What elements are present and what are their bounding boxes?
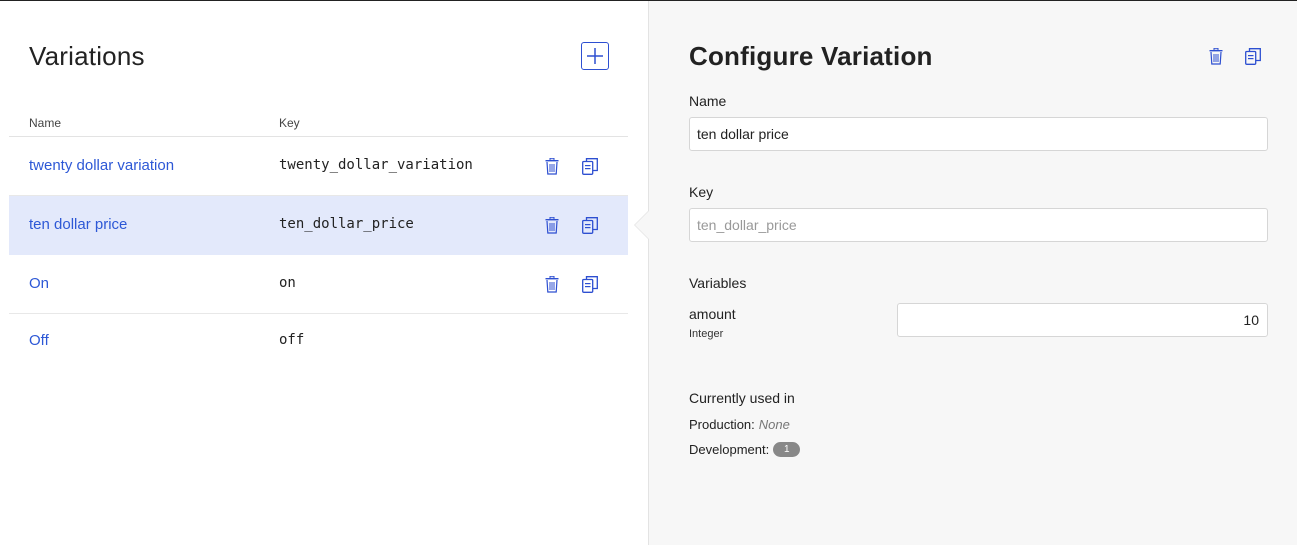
variable-value-input[interactable]: [897, 303, 1268, 337]
variations-table-header: Name Key: [9, 109, 628, 137]
variable-type: Integer: [689, 328, 724, 340]
delete-variation-button[interactable]: [542, 274, 562, 294]
variation-row-off[interactable]: Off off: [9, 314, 628, 366]
copy-icon: [582, 275, 598, 293]
duplicate-variation-button[interactable]: [580, 215, 600, 235]
variation-key: twenty_dollar_variation: [279, 157, 473, 173]
variation-name-link[interactable]: twenty dollar variation: [29, 157, 174, 174]
variation-key: off: [279, 332, 305, 348]
configure-title: Configure Variation: [689, 41, 933, 71]
variation-key: on: [279, 275, 296, 291]
copy-icon: [582, 157, 598, 175]
copy-icon: [1245, 47, 1261, 65]
add-variation-button[interactable]: [581, 42, 609, 70]
variable-name: amount: [689, 306, 736, 322]
column-header-name: Name: [29, 116, 62, 130]
variation-row-twenty-dollar-variation[interactable]: twenty dollar variation twenty_dollar_va…: [9, 137, 628, 196]
trash-icon: [545, 275, 559, 293]
variation-row-ten-dollar-price[interactable]: ten dollar price ten_dollar_price: [9, 196, 628, 255]
selection-pointer: [634, 210, 649, 240]
app-window: Variations Name Key twenty dollar variat…: [0, 0, 1297, 545]
variation-name-link[interactable]: ten dollar price: [29, 216, 127, 233]
name-field[interactable]: [689, 117, 1268, 151]
delete-variation-button[interactable]: [542, 215, 562, 235]
duplicate-variation-button[interactable]: [580, 156, 600, 176]
trash-icon: [545, 157, 559, 175]
key-field-label: Key: [689, 184, 714, 200]
duplicate-current-variation-button[interactable]: [1243, 46, 1263, 66]
column-header-key: Key: [279, 116, 300, 130]
variations-title: Variations: [29, 41, 145, 71]
production-label: Production:: [689, 417, 755, 432]
variation-key: ten_dollar_price: [279, 216, 414, 232]
delete-variation-button[interactable]: [542, 156, 562, 176]
development-count-badge[interactable]: 1: [773, 442, 801, 457]
variations-table: twenty dollar variation twenty_dollar_va…: [9, 137, 628, 366]
development-usage: Development: 1: [689, 442, 801, 457]
name-field-label: Name: [689, 93, 727, 109]
production-value: None: [758, 417, 790, 432]
duplicate-variation-button[interactable]: [580, 274, 600, 294]
trash-icon: [545, 216, 559, 234]
variables-label: Variables: [689, 275, 747, 291]
production-usage: Production: None: [689, 417, 790, 432]
currently-used-in-heading: Currently used in: [689, 390, 795, 406]
variation-name-link[interactable]: Off: [29, 332, 49, 349]
key-field: [689, 208, 1268, 242]
configure-variation-panel: Configure Variation Name Key Variabl: [634, 1, 1297, 545]
trash-icon: [1209, 47, 1223, 65]
variation-row-on[interactable]: On on: [9, 255, 628, 314]
delete-current-variation-button[interactable]: [1206, 46, 1226, 66]
variation-name-link[interactable]: On: [29, 275, 49, 292]
plus-icon: [587, 48, 603, 64]
variations-panel: Variations Name Key twenty dollar variat…: [0, 1, 648, 545]
copy-icon: [582, 216, 598, 234]
development-label: Development:: [689, 442, 770, 457]
